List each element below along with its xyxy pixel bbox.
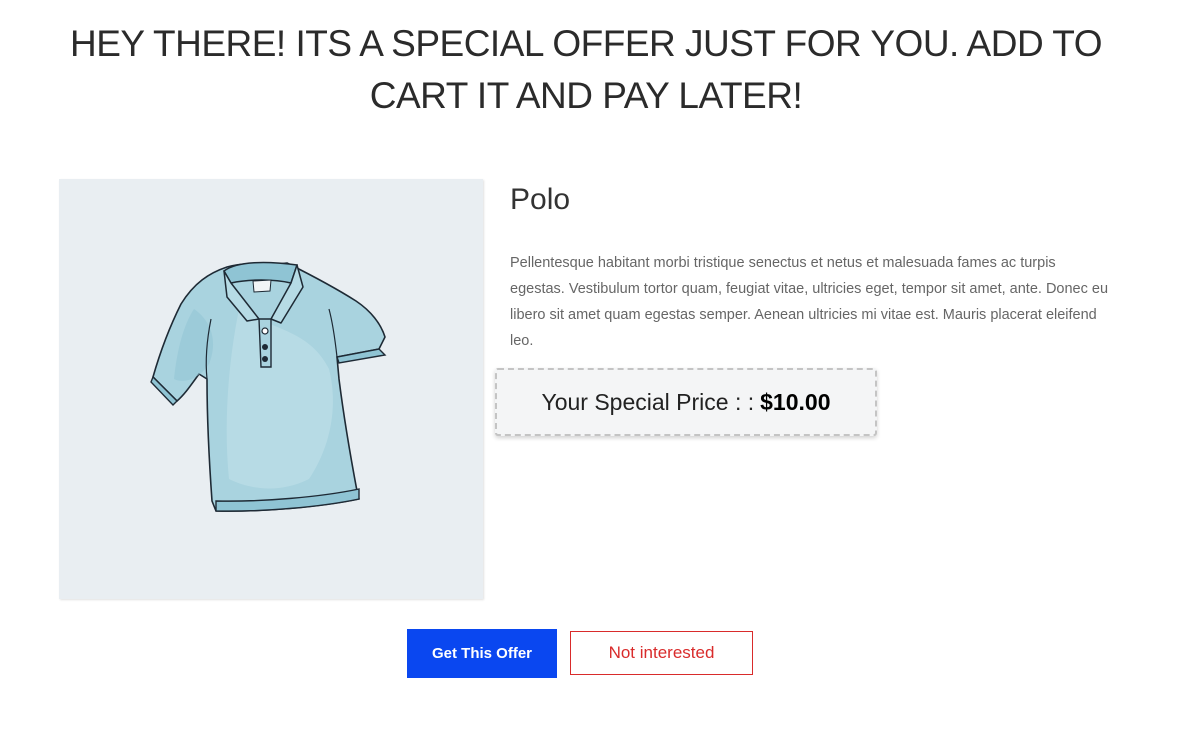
special-price-box: Your Special Price : : $10.00 xyxy=(495,368,877,436)
upsell-offer-page: HEY THERE! ITS A SPECIAL OFFER JUST FOR … xyxy=(0,0,1200,739)
offer-headline: HEY THERE! ITS A SPECIAL OFFER JUST FOR … xyxy=(69,23,1103,116)
polo-shirt-icon xyxy=(150,261,387,512)
product-title: Polo xyxy=(510,183,571,216)
product-image xyxy=(59,179,483,599)
special-price-label: Your Special Price : : xyxy=(541,388,755,415)
special-price-value: $10.00 xyxy=(760,388,831,415)
not-interested-button[interactable]: Not interested xyxy=(570,631,753,675)
product-description: Pellentesque habitant morbi tristique se… xyxy=(510,255,1109,349)
get-this-offer-button[interactable]: Get This Offer xyxy=(407,629,557,678)
